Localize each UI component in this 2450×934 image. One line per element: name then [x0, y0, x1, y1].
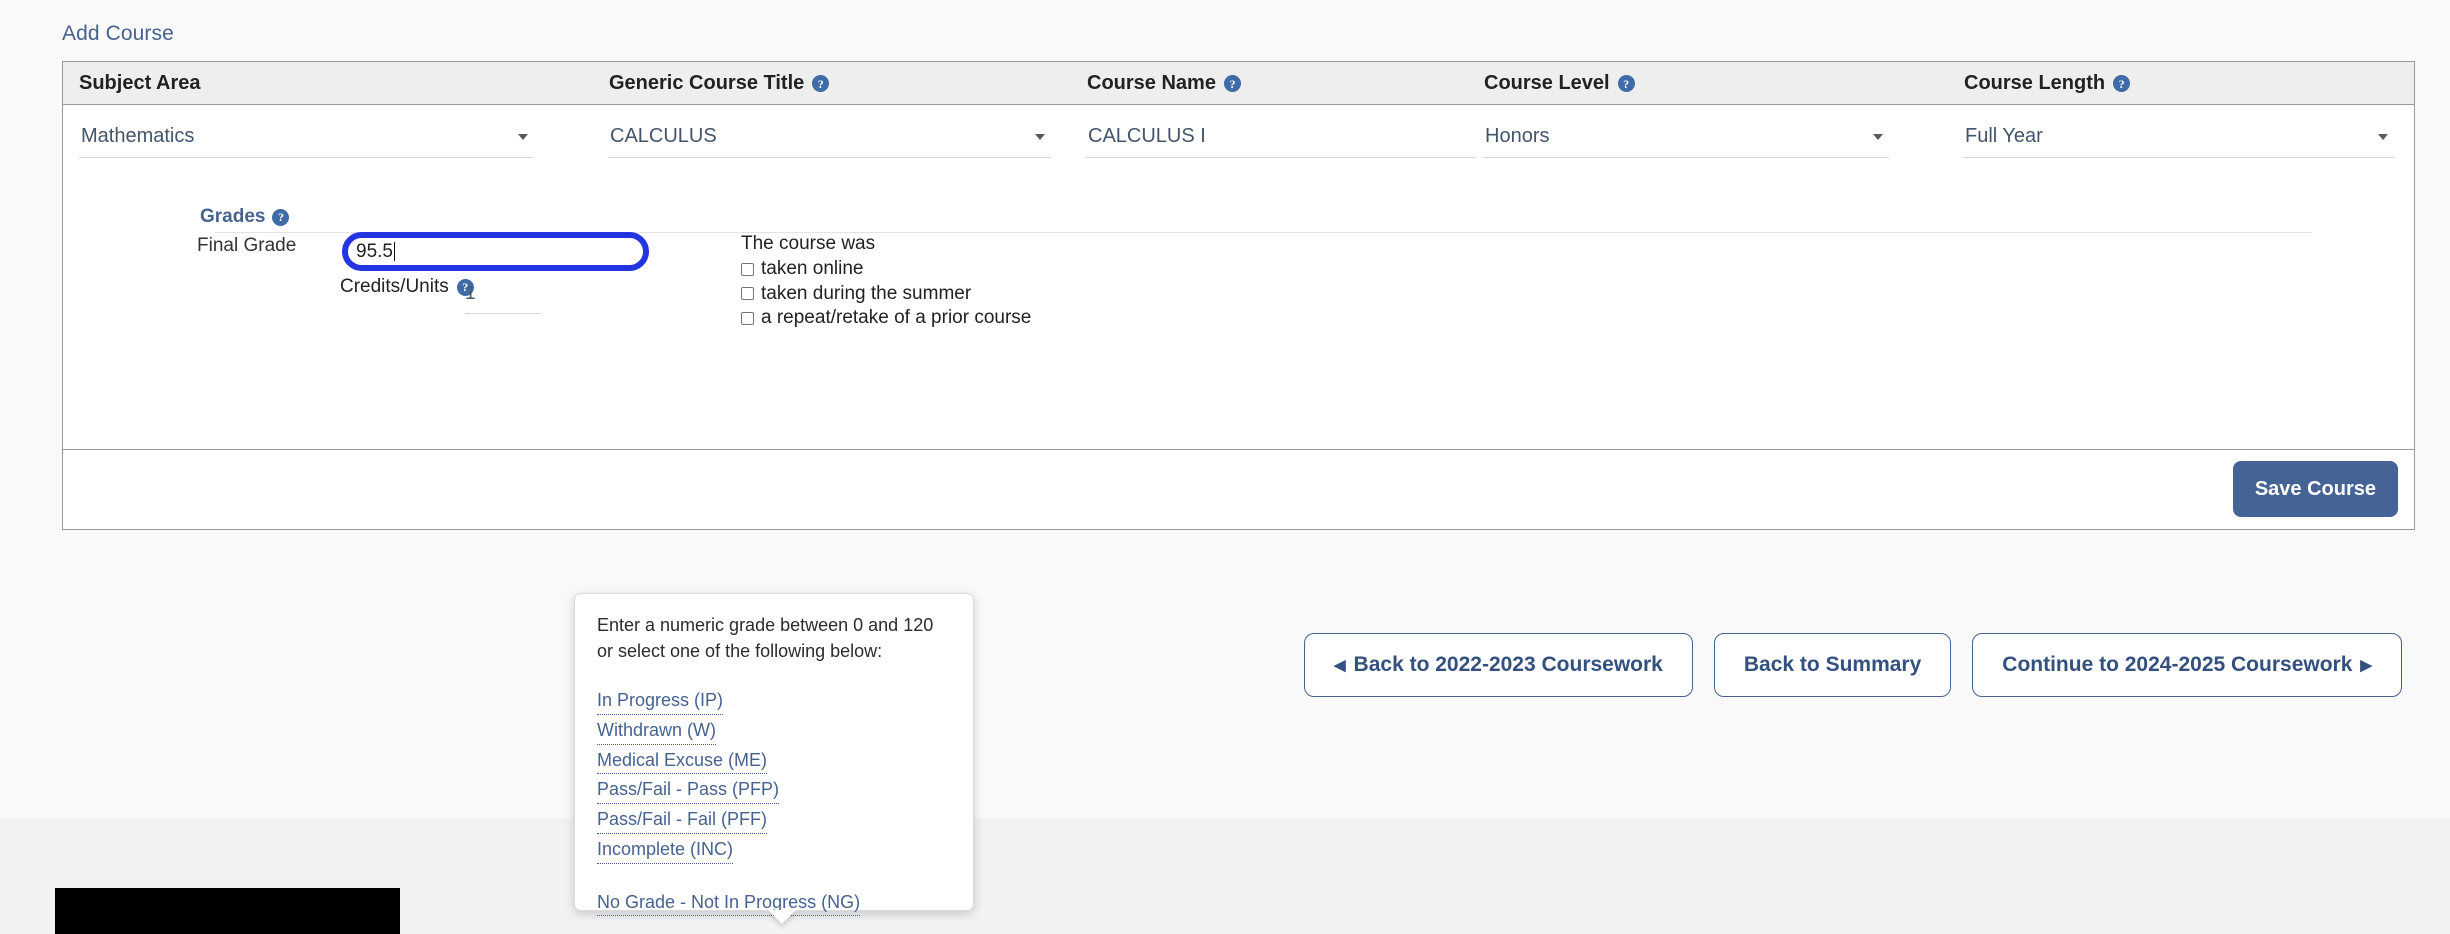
column-header-row: Subject Area Generic Course Title ? Cour…: [63, 62, 2414, 105]
continue-to-2024-2025-coursework-button[interactable]: Continue to 2024-2025 Coursework ▶: [1972, 633, 2402, 697]
tooltip-option-no-grade[interactable]: No Grade - Not In Progress (NG): [597, 890, 860, 917]
checkbox-icon[interactable]: [741, 263, 754, 276]
help-circle-icon[interactable]: ?: [272, 209, 289, 226]
add-course-footer: Save Course: [63, 449, 2414, 529]
column-header-course-name: Course Name ?: [1087, 62, 1241, 105]
tooltip-arrow-icon: [768, 910, 796, 924]
add-course-card: Subject Area Generic Course Title ? Cour…: [62, 61, 2415, 530]
add-course-body: Mathematics CALCULUS CALCULUS I Honors: [63, 105, 2414, 449]
course-was-heading: The course was: [741, 232, 1031, 256]
column-header-course-length: Course Length ?: [1964, 62, 2130, 105]
coursework-navigation: ◀ Back to 2022-2023 Coursework Back to S…: [1304, 633, 2402, 697]
arrow-right-icon: ▶: [2360, 656, 2372, 674]
save-course-button[interactable]: Save Course: [2233, 461, 2398, 517]
tooltip-option-incomplete[interactable]: Incomplete (INC): [597, 837, 733, 864]
course-level-select[interactable]: Honors: [1483, 121, 1889, 158]
tooltip-option-pass-fail-pass[interactable]: Pass/Fail - Pass (PFP): [597, 777, 779, 804]
tooltip-option-in-progress[interactable]: In Progress (IP): [597, 688, 723, 715]
help-circle-icon[interactable]: ?: [1618, 75, 1635, 92]
tooltip-option-medical-excuse[interactable]: Medical Excuse (ME): [597, 748, 767, 775]
arrow-left-icon: ◀: [1334, 656, 1346, 674]
final-grade-input[interactable]: 95.5: [342, 232, 649, 271]
final-grade-label: Final Grade: [197, 235, 296, 257]
page-title: Add Course: [62, 22, 174, 46]
generic-course-title-select[interactable]: CALCULUS: [608, 121, 1051, 158]
help-circle-icon[interactable]: ?: [2113, 75, 2130, 92]
checkbox-icon[interactable]: [741, 287, 754, 300]
chevron-down-icon: [1035, 134, 1045, 140]
chevron-down-icon: [518, 134, 528, 140]
back-to-summary-button[interactable]: Back to Summary: [1714, 633, 1951, 697]
chevron-down-icon: [2378, 134, 2388, 140]
column-header-course-level: Course Level ?: [1484, 62, 1635, 105]
credits-units-input[interactable]: 1: [465, 283, 541, 314]
grades-section-label: Grades ?: [200, 206, 289, 228]
credits-units-label: Credits/Units ?: [340, 276, 474, 298]
checkbox-taken-online[interactable]: taken online: [741, 257, 1031, 281]
tooltip-option-pass-fail-fail[interactable]: Pass/Fail - Fail (PFF): [597, 807, 767, 834]
course-name-input[interactable]: CALCULUS I: [1086, 121, 1476, 158]
course-was-group: The course was taken online taken during…: [741, 232, 1031, 330]
page-canvas: Add Course Subject Area Generic Course T…: [0, 0, 2450, 934]
back-to-2022-2023-coursework-button[interactable]: ◀ Back to 2022-2023 Coursework: [1304, 633, 1693, 697]
subject-area-select[interactable]: Mathematics: [79, 121, 534, 158]
grade-help-tooltip: Enter a numeric grade between 0 and 120 …: [574, 593, 974, 911]
tooltip-intro: Enter a numeric grade between 0 and 120 …: [597, 613, 951, 664]
help-circle-icon[interactable]: ?: [1224, 75, 1241, 92]
checkbox-repeat-retake[interactable]: a repeat/retake of a prior course: [741, 306, 1031, 330]
course-length-select[interactable]: Full Year: [1963, 121, 2394, 158]
column-header-generic-course-title: Generic Course Title ?: [609, 62, 829, 105]
checkbox-icon[interactable]: [741, 312, 754, 325]
column-header-subject-area: Subject Area: [79, 62, 209, 105]
checkbox-taken-summer[interactable]: taken during the summer: [741, 282, 1031, 306]
help-circle-icon[interactable]: ?: [812, 75, 829, 92]
chevron-down-icon: [1873, 134, 1883, 140]
redacted-region: [55, 888, 400, 934]
tooltip-option-withdrawn[interactable]: Withdrawn (W): [597, 718, 716, 745]
